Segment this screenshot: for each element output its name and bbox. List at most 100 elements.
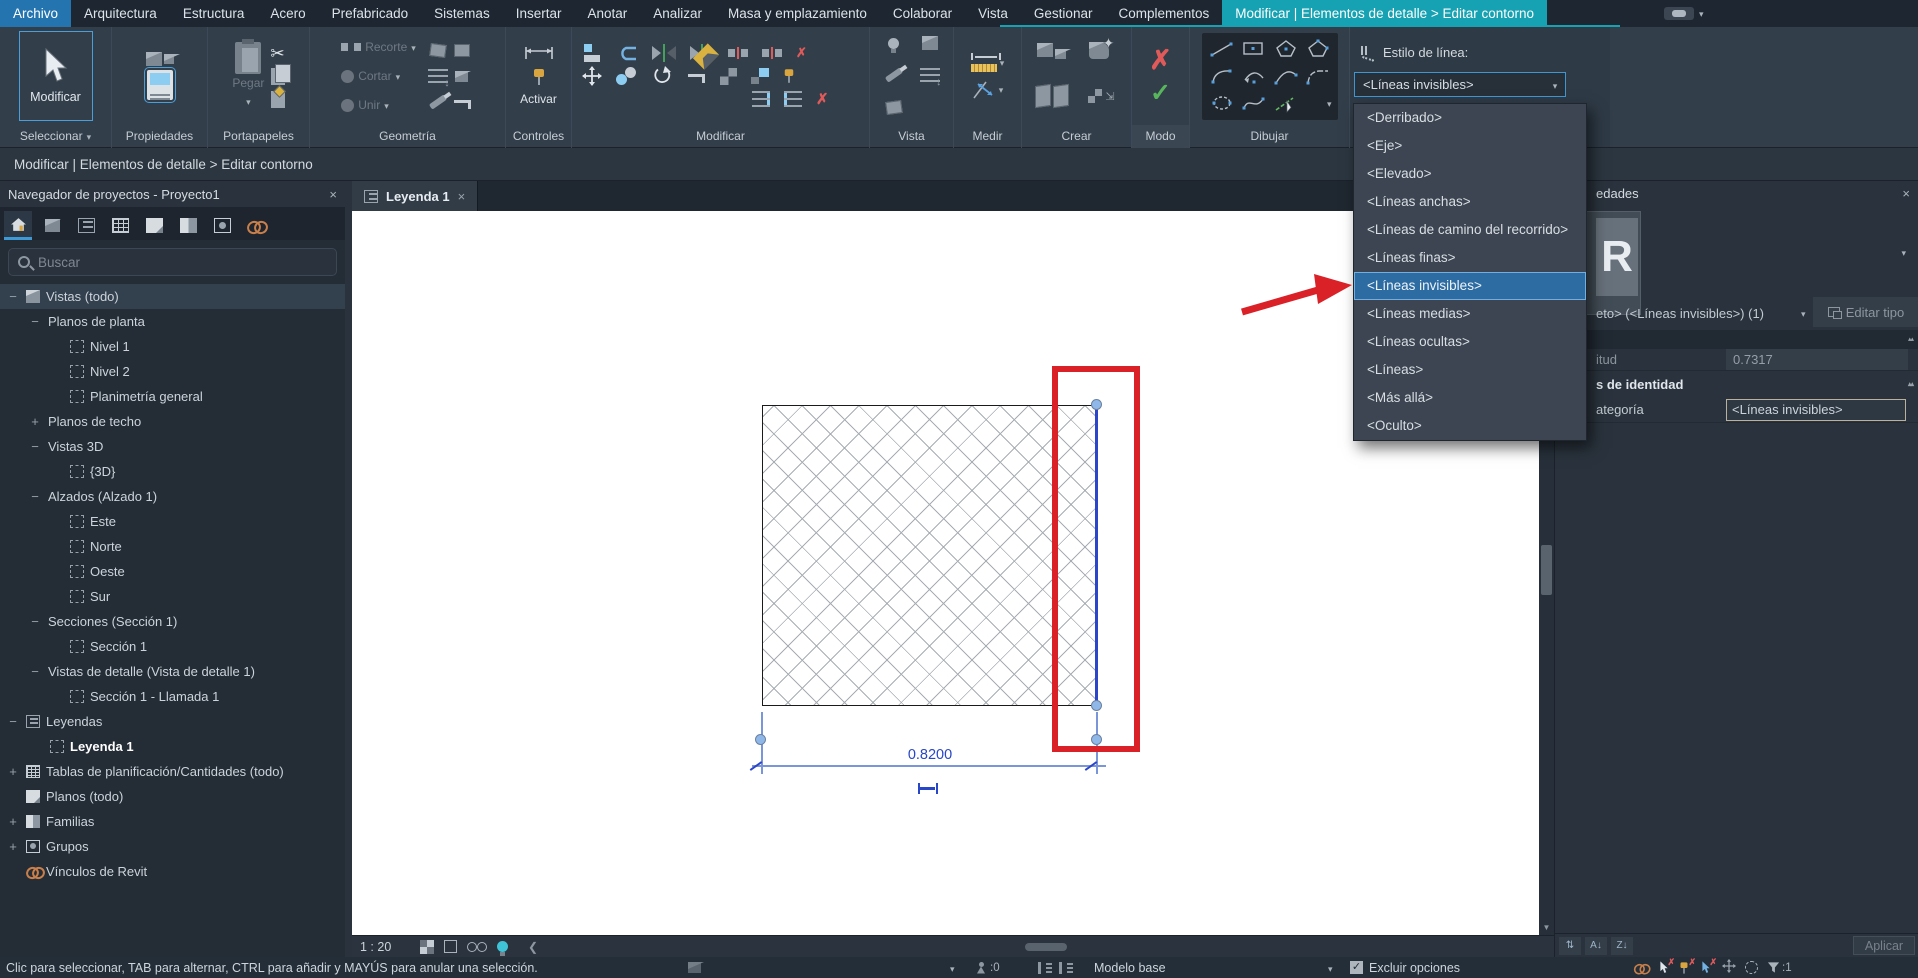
tree-item[interactable]: − Planos de planta [0, 309, 345, 334]
dropdown-item[interactable]: <Líneas> [1354, 356, 1586, 384]
ribbon-tab[interactable]: Archivo [0, 0, 72, 27]
ribbon-tab[interactable]: Estructura [170, 0, 258, 27]
load-as-group-icon[interactable]: ⇲ [1088, 89, 1115, 103]
trim-corner-icon[interactable] [686, 68, 706, 84]
dropdown-item[interactable]: <Derribado> [1354, 104, 1586, 132]
tree-item[interactable]: Este [0, 509, 345, 534]
ribbon-tab[interactable]: Sistemas [421, 0, 503, 27]
drag-on-selection-icon[interactable] [1722, 959, 1736, 976]
close-icon[interactable]: × [1902, 186, 1910, 201]
legends-tab[interactable] [72, 211, 100, 240]
offset-icon[interactable] [616, 44, 638, 62]
trim-single-icon[interactable] [752, 91, 770, 107]
tree-item[interactable]: Sur [0, 584, 345, 609]
trim-multiple-icon[interactable] [784, 91, 802, 107]
tree-expander[interactable]: − [28, 614, 42, 629]
mirror-axis-icon[interactable] [652, 44, 676, 62]
pick-lines-icon[interactable] [1273, 93, 1299, 113]
edit-type-button[interactable]: Editar tipo [1813, 297, 1918, 327]
home-tab[interactable] [4, 211, 32, 240]
beam-joins-icon[interactable] [453, 43, 470, 57]
search-box[interactable] [8, 248, 337, 276]
group-label-portapapeles[interactable]: Portapapeles [208, 125, 309, 148]
draw-line-icon[interactable] [1209, 39, 1235, 59]
project-browser-header[interactable]: Navegador de proyectos - Proyecto1 × [0, 181, 345, 207]
chevron-down-icon[interactable] [1328, 961, 1333, 975]
paste-special-icon[interactable] [270, 90, 285, 108]
align-icon[interactable] [582, 44, 602, 62]
create-similar-icon[interactable] [1037, 41, 1071, 59]
mirror-draw-icon[interactable] [690, 44, 714, 62]
dropdown-item[interactable]: <Líneas de camino del recorrido> [1354, 216, 1586, 244]
group-label-medir[interactable]: Medir [954, 125, 1021, 148]
schedules-tab[interactable] [106, 211, 134, 240]
modify-button[interactable]: Modificar [18, 31, 93, 121]
tree-expander[interactable]: + [6, 764, 20, 779]
dropdown-item[interactable]: <Líneas ocultas> [1354, 328, 1586, 356]
split-element-icon[interactable] [728, 47, 748, 59]
properties-palette-icon[interactable] [143, 67, 176, 103]
unjoin-icon[interactable]: ✗ [796, 45, 807, 61]
ribbon-tab[interactable]: Masa y emplazamiento [715, 0, 880, 27]
design-option-value[interactable]: Modelo base [1094, 961, 1166, 975]
tree-item[interactable]: Planos (todo) [0, 784, 345, 809]
finish-sketch-icon[interactable]: ✓ [1150, 78, 1171, 108]
tree-expander[interactable]: + [28, 414, 42, 429]
panel-splitter[interactable] [345, 181, 352, 957]
join-button[interactable]: Unir [341, 92, 416, 118]
ribbon-tab[interactable]: Anotar [574, 0, 640, 27]
draw-ellipse-icon[interactable] [1209, 93, 1235, 113]
pin-icon[interactable] [784, 68, 794, 85]
demolish-icon[interactable] [455, 70, 472, 82]
group-label-dibujar[interactable]: Dibujar [1190, 125, 1349, 148]
close-icon[interactable]: × [329, 187, 337, 202]
dropdown-item[interactable]: <Líneas finas> [1354, 244, 1586, 272]
property-group-header[interactable]: ▴▴ [1555, 330, 1918, 349]
sort-descending-icon[interactable]: Z↓ [1611, 936, 1633, 955]
apply-button[interactable]: Aplicar [1853, 936, 1915, 955]
chevron-down-icon[interactable] [950, 961, 955, 975]
ribbon-tab[interactable]: Prefabricado [319, 0, 422, 27]
views-3d-tab[interactable] [38, 211, 66, 240]
dimension-value[interactable]: 0.8200 [870, 747, 990, 763]
draw-spline-icon[interactable] [1241, 93, 1267, 113]
sort-ascending-icon[interactable]: A↓ [1585, 936, 1607, 955]
scrollbar-thumb[interactable] [1541, 545, 1552, 595]
tree-item[interactable]: + Familias [0, 809, 345, 834]
ribbon-tab[interactable]: Complementos [1105, 0, 1222, 27]
copy-elements-icon[interactable] [616, 67, 638, 85]
collapse-icon[interactable]: ▴▴ [1867, 380, 1914, 388]
array-icon[interactable] [720, 67, 737, 85]
tree-item[interactable]: Sección 1 [0, 634, 345, 659]
dropdown-item[interactable]: <Eje> [1354, 132, 1586, 160]
group-label-controles[interactable]: Controles [506, 125, 571, 148]
sort-default-icon[interactable]: ⇅ [1559, 936, 1581, 955]
view-scale[interactable]: 1 : 20 [360, 940, 420, 954]
draw-arc-start-end-icon[interactable] [1209, 66, 1235, 86]
select-links-icon[interactable] [1634, 964, 1648, 972]
tree-item[interactable]: Nivel 1 [0, 334, 345, 359]
linework-icon[interactable] [884, 67, 903, 83]
tree-item[interactable]: Sección 1 - Llamada 1 [0, 684, 345, 709]
group-label-propiedades[interactable]: Propiedades [112, 125, 207, 148]
dropdown-item[interactable]: <Oculto> [1354, 412, 1586, 440]
split-face-icon[interactable] [427, 69, 450, 89]
move-icon[interactable] [582, 66, 602, 86]
tree-expander[interactable]: + [6, 814, 20, 829]
close-icon[interactable]: × [458, 189, 466, 204]
create-assembly-icon[interactable] [1034, 83, 1069, 109]
combobox-arrow[interactable] [1545, 73, 1565, 96]
reveal-hidden-icon[interactable] [467, 941, 487, 952]
design-options-icons[interactable] [1038, 961, 1073, 974]
properties-header[interactable]: edades × [1555, 181, 1918, 206]
split-with-gap-icon[interactable] [762, 47, 782, 59]
tree-item[interactable]: Vínculos de Revit [0, 859, 345, 884]
dropdown-item[interactable]: <Elevado> [1354, 160, 1586, 188]
chevron-down-icon[interactable] [1327, 94, 1332, 112]
exclude-options-toggle[interactable]: ✓ Excluir opciones [1350, 961, 1460, 975]
ribbon-tab[interactable]: Modificar | Elementos de detalle > Edita… [1222, 0, 1548, 27]
ribbon-tab[interactable]: Acero [257, 0, 318, 27]
tree-item[interactable]: Nivel 2 [0, 359, 345, 384]
create-group-icon[interactable]: ✦ [1088, 35, 1114, 59]
tree-item[interactable]: {3D} [0, 459, 345, 484]
